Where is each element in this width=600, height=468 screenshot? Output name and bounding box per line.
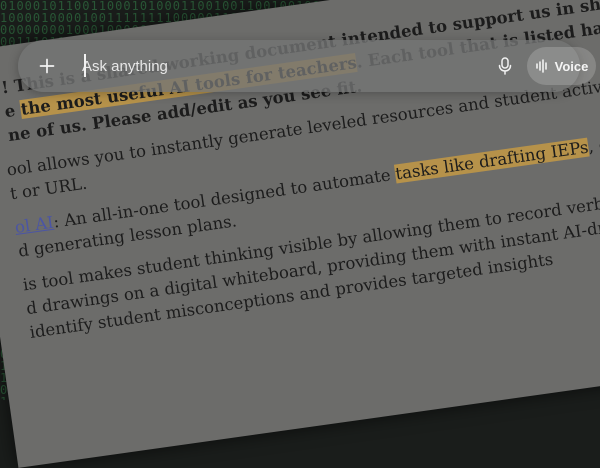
plus-icon	[39, 58, 55, 74]
prompt-bar: Voice	[18, 40, 596, 92]
text-caret	[84, 54, 86, 77]
prompt-input[interactable]	[68, 54, 462, 78]
microphone-button[interactable]	[492, 53, 518, 79]
waveform-icon	[535, 59, 547, 73]
voice-button-label: Voice	[554, 58, 589, 74]
document-line: t or URL.	[9, 174, 88, 204]
microphone-icon	[498, 57, 512, 75]
tool-link[interactable]: ol AI	[14, 213, 55, 237]
highlighted-text: tasks like drafting IEPs	[394, 137, 590, 184]
voice-button[interactable]: Voice	[527, 47, 596, 85]
line-text: , creating	[586, 126, 600, 157]
add-button[interactable]	[34, 53, 60, 79]
line-text: t or URL.	[8, 173, 89, 204]
